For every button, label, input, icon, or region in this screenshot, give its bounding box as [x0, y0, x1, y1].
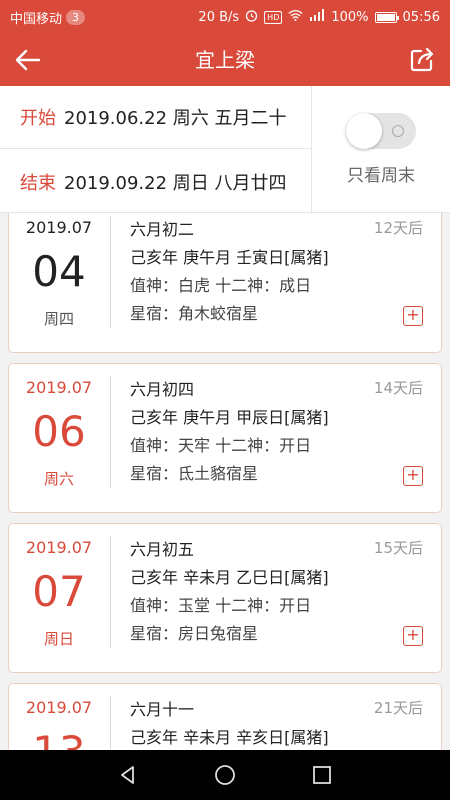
year-month: 2019.07 — [25, 538, 93, 557]
system-nav-bar — [0, 750, 450, 800]
weekend-only-label: 只看周末 — [347, 166, 415, 186]
divider — [110, 536, 111, 648]
ganzhi: 己亥年 庚午月 壬寅日[属猪] — [130, 248, 329, 267]
ganzhi: 己亥年 辛未月 辛亥日[属猪] — [130, 728, 329, 747]
end-date-value: 2019.09.22 周日 八月廿四 — [64, 172, 287, 194]
lunar-date: 六月初五 — [130, 540, 195, 559]
carrier-name: 中国移动 — [10, 11, 63, 27]
days-after: 15天后 — [373, 539, 423, 557]
network-speed: 20 B/s — [198, 9, 240, 25]
page-title: 宜上梁 — [195, 48, 255, 72]
lunar-date: 六月初二 — [130, 220, 195, 239]
end-label: 结束 — [20, 172, 56, 194]
weekday: 周六 — [43, 470, 74, 488]
share-button[interactable] — [404, 44, 440, 76]
divider — [110, 216, 111, 328]
alarm-icon — [245, 9, 258, 26]
hd-icon: HD — [264, 10, 283, 24]
clock: 05:56 — [402, 9, 440, 25]
wifi-icon — [288, 9, 303, 25]
day-number: 07 — [32, 567, 86, 616]
list-item[interactable]: 2019.07 07 周日 六月初五 己亥年 辛未月 乙巳日[属猪] 值神：玉堂… — [8, 523, 442, 673]
days-after: 12天后 — [373, 219, 423, 237]
weekday: 周日 — [43, 630, 74, 648]
year-month: 2019.07 — [25, 218, 93, 237]
toggle-knob — [346, 113, 382, 149]
day-number: 13 — [9, 724, 109, 750]
start-date-row[interactable]: 开始 2019.06.22 周六 五月二十 — [0, 86, 311, 149]
share-icon — [410, 47, 434, 72]
signal-icon — [309, 9, 325, 25]
lunar-date: 六月十一 — [130, 700, 195, 719]
year-month: 2019.07 — [25, 698, 93, 717]
circle-home-icon — [215, 765, 235, 785]
status-bar: 中国移动 3 20 B/s HD 100% 05:56 — [0, 0, 450, 34]
nav-back-button[interactable] — [108, 755, 148, 795]
weekend-filter: 只看周末 — [312, 86, 450, 213]
add-reminder-button[interactable]: + — [403, 306, 423, 326]
battery-icon — [374, 11, 399, 23]
square-recents-icon — [312, 766, 331, 784]
start-label: 开始 — [20, 108, 56, 129]
add-reminder-button[interactable]: + — [403, 466, 423, 486]
toggle-off-icon — [392, 125, 404, 137]
divider — [110, 376, 111, 488]
triangle-back-icon — [121, 766, 135, 784]
duty-gods: 值神：白虎 十二神：成日 — [130, 276, 312, 295]
duty-gods: 值神：天牢 十二神：开日 — [130, 436, 312, 455]
list-item[interactable]: 2019.07 13 六月十一 己亥年 辛未月 辛亥日[属猪] 21天后 — [8, 683, 442, 750]
day-number: 06 — [32, 407, 86, 456]
list-item[interactable]: 2019.07 04 周四 六月初二 己亥年 庚午月 壬寅日[属猪] 值神：白虎… — [8, 213, 442, 353]
ganzhi: 己亥年 辛未月 乙巳日[属猪] — [130, 568, 329, 587]
lunar-date: 六月初四 — [130, 380, 195, 399]
weekend-only-toggle[interactable] — [346, 113, 416, 149]
star-mansion: 星宿：角木蛟宿星 — [130, 304, 259, 323]
notification-badge: 3 — [66, 9, 86, 25]
battery-percent: 100% — [331, 9, 369, 25]
year-month: 2019.07 — [25, 378, 93, 397]
auspicious-day-list: 2019.07 04 周四 六月初二 己亥年 庚午月 壬寅日[属猪] 值神：白虎… — [0, 213, 450, 750]
nav-recents-button[interactable] — [302, 755, 342, 795]
ganzhi: 己亥年 庚午月 甲辰日[属猪] — [130, 408, 329, 427]
app-bar: 宜上梁 — [0, 34, 450, 86]
weekday: 周四 — [43, 310, 74, 328]
star-mansion: 星宿：氐土貉宿星 — [130, 464, 259, 483]
date-range-panel: 开始 2019.06.22 周六 五月二十 结束 2019.09.22 周日 八… — [0, 86, 450, 213]
day-number: 04 — [32, 247, 86, 296]
start-date-value: 2019.06.22 周六 五月二十 — [64, 108, 287, 129]
end-date-row[interactable]: 结束 2019.09.22 周日 八月廿四 — [0, 150, 311, 213]
star-mansion: 星宿：房日兔宿星 — [130, 624, 259, 643]
days-after: 21天后 — [373, 699, 423, 717]
duty-gods: 值神：玉堂 十二神：开日 — [130, 596, 312, 615]
divider — [110, 696, 111, 750]
list-item[interactable]: 2019.07 06 周六 六月初四 己亥年 庚午月 甲辰日[属猪] 值神：天牢… — [8, 363, 442, 513]
add-reminder-button[interactable]: + — [403, 626, 423, 646]
nav-home-button[interactable] — [205, 755, 245, 795]
days-after: 14天后 — [373, 379, 423, 397]
